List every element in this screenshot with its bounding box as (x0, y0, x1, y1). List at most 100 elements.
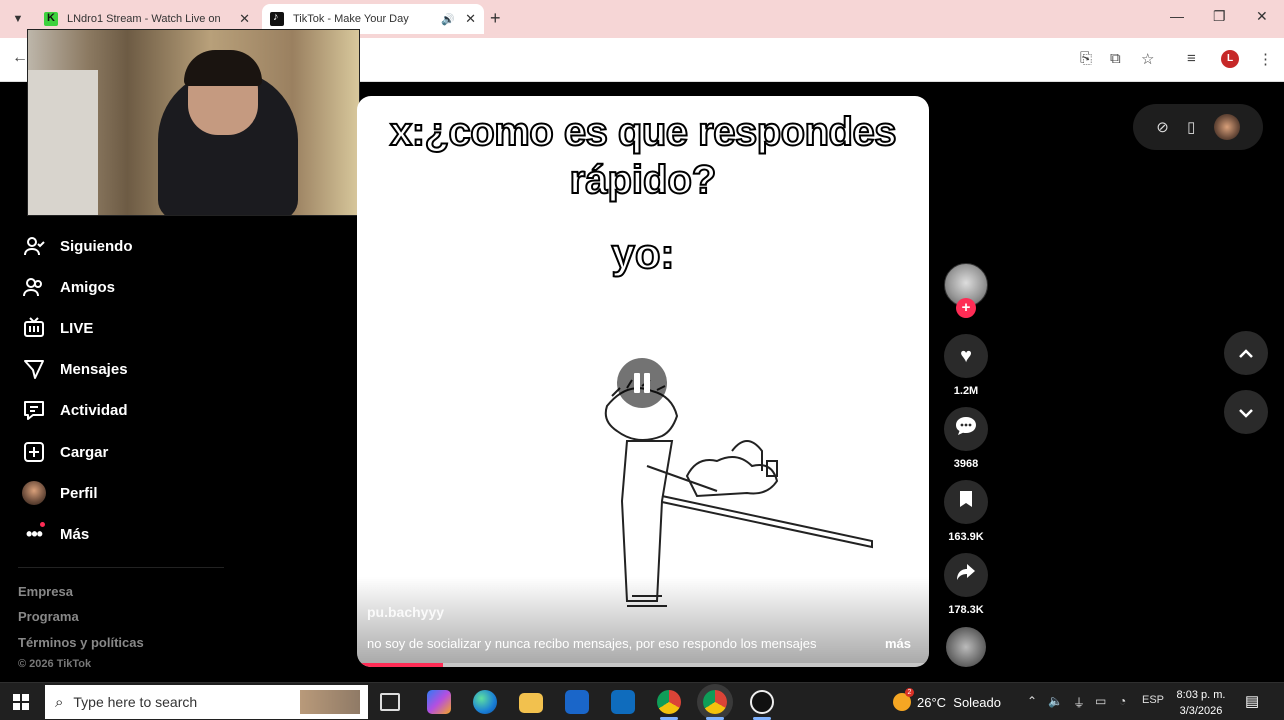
chevron-up-icon[interactable]: ⌃ (1027, 694, 1037, 708)
copyright: © 2026 TikTok (18, 658, 92, 670)
weather-widget[interactable]: 2 26°C Soleado (893, 688, 1001, 711)
messages-icon (22, 357, 46, 381)
friends-icon (22, 275, 46, 299)
music-disc-icon[interactable] (946, 627, 986, 667)
speaker-icon[interactable]: 🔊 (441, 13, 455, 26)
taskbar-search-box[interactable]: ⌕ Type here to search (45, 685, 368, 719)
footer-link-company[interactable]: Empresa (18, 584, 73, 599)
video-caption-line: x:¿como es que respondes (389, 109, 897, 155)
tab-close-icon[interactable]: ✕ (465, 11, 476, 27)
back-arrow-icon[interactable]: ← (12, 49, 28, 67)
notifications-icon[interactable]: ▤ (1245, 692, 1259, 710)
live-icon (22, 316, 46, 340)
tab-search-chevron-icon[interactable]: ▼ (10, 11, 26, 27)
sidebar-item-label: LIVE (60, 319, 94, 337)
sidebar-item-more[interactable]: ••• Más (22, 521, 89, 547)
battery-icon[interactable]: ▭ (1095, 694, 1106, 708)
windows-start-icon[interactable] (13, 694, 29, 710)
more-link[interactable]: más (885, 636, 911, 651)
windows-taskbar: ⌕ Type here to search 2 26°C Soleado ⌃ 🔈… (0, 682, 1284, 720)
sidebar-divider (18, 567, 224, 568)
media-control-icon[interactable]: ≡ (1187, 50, 1196, 67)
follow-plus-icon[interactable]: + (956, 298, 976, 318)
weather-temp: 26°C (917, 694, 947, 710)
restore-button[interactable]: ❐ (1213, 8, 1226, 25)
sidebar-item-label: Amigos (60, 278, 116, 296)
webcam-background-person (28, 70, 98, 215)
like-button[interactable]: ♥ (944, 334, 988, 378)
kebab-menu-icon[interactable]: ⋮ (1258, 50, 1273, 68)
translate-icon[interactable]: ⎘ (1080, 50, 1092, 67)
next-video-button[interactable] (1224, 390, 1268, 434)
chrome-active-icon[interactable] (703, 690, 727, 714)
tab-close-icon[interactable]: ✕ (239, 11, 250, 27)
sidebar-item-label: Actividad (60, 401, 128, 419)
save-button[interactable] (944, 480, 988, 524)
sidebar-item-live[interactable]: LIVE (22, 315, 93, 341)
tiktok-icon (270, 11, 284, 26)
comment-button[interactable] (944, 407, 988, 451)
user-avatar[interactable] (1213, 114, 1240, 140)
minimize-button[interactable]: — (1170, 8, 1184, 24)
obs-icon[interactable] (750, 690, 774, 714)
upload-icon (22, 440, 46, 464)
task-view-icon[interactable] (380, 693, 400, 711)
save-count: 163.9K (948, 531, 984, 543)
search-highlight-image (300, 690, 360, 714)
bookmark-star-icon[interactable]: ☆ (1141, 50, 1154, 68)
top-right-controls: ⊘ ▯ (1133, 104, 1263, 150)
screen: ▼ LNdro1 Stream - Watch Live on ✕ TikTok… (0, 0, 1284, 720)
sidebar-item-upload[interactable]: Cargar (22, 439, 108, 465)
sidebar-item-friends[interactable]: Amigos (22, 274, 115, 300)
footer-link-program[interactable]: Programa (18, 609, 79, 624)
install-app-icon[interactable]: ⧉ (1110, 50, 1121, 67)
tab-title: LNdro1 Stream - Watch Live on (67, 13, 221, 25)
kick-icon (44, 12, 58, 26)
activity-icon (22, 398, 46, 422)
video-player[interactable]: x:¿como es que respondes rápido? yo: pu.… (357, 96, 929, 667)
comment-count: 3968 (953, 458, 979, 470)
sidebar-item-profile[interactable]: Perfil (22, 480, 98, 506)
chrome-icon[interactable] (657, 690, 681, 714)
wifi-icon[interactable]: ◔ (1119, 694, 1126, 708)
clock[interactable]: 8:03 p. m. 3/3/2026 (1170, 687, 1232, 719)
notification-dot (40, 522, 45, 527)
sidebar-item-label: Perfil (60, 484, 98, 502)
usb-icon[interactable]: ⏚ (1073, 694, 1085, 711)
address-bar[interactable] (360, 44, 1080, 74)
search-icon: ⌕ (55, 693, 64, 711)
share-button[interactable] (944, 553, 988, 597)
sidebar-item-activity[interactable]: Actividad (22, 397, 128, 423)
video-progress-bar[interactable] (357, 663, 929, 667)
edge-icon[interactable] (473, 690, 497, 714)
footer-link-terms[interactable]: Términos y políticas (18, 635, 144, 650)
file-explorer-icon[interactable] (519, 693, 543, 713)
outlook-icon[interactable] (611, 690, 635, 714)
sidebar-item-messages[interactable]: Mensajes (22, 356, 128, 382)
copilot-icon[interactable] (427, 690, 451, 714)
bookmark-icon (958, 490, 974, 514)
profile-avatar[interactable]: L (1221, 50, 1239, 68)
previous-video-button[interactable] (1224, 331, 1268, 375)
share-count: 178.3K (948, 604, 984, 616)
tab-title: TikTok - Make Your Day (293, 13, 409, 25)
phone-icon[interactable]: ▯ (1187, 118, 1195, 136)
close-window-button[interactable]: ✕ (1256, 8, 1268, 25)
sidebar-item-following[interactable]: Siguiendo (22, 233, 133, 259)
weather-badge: 2 (905, 688, 914, 697)
store-icon[interactable] (565, 690, 589, 714)
new-tab-button[interactable]: + (490, 8, 501, 29)
coin-icon[interactable]: ⊘ (1156, 118, 1169, 136)
more-icon: ••• (22, 522, 46, 546)
video-bottom-shade (357, 577, 929, 667)
video-author[interactable]: pu.bachyyy (367, 604, 444, 620)
following-icon (22, 234, 46, 258)
like-count: 1.2M (953, 385, 979, 397)
volume-icon[interactable]: 🔈 (1048, 694, 1063, 708)
webcam-person-hair (184, 50, 262, 86)
sidebar-item-label: Cargar (60, 443, 109, 461)
sidebar-item-label: Mensajes (60, 360, 128, 378)
language-indicator[interactable]: ESP (1142, 694, 1164, 706)
pause-icon[interactable] (617, 358, 667, 408)
video-caption-line: rápido? (569, 157, 718, 203)
